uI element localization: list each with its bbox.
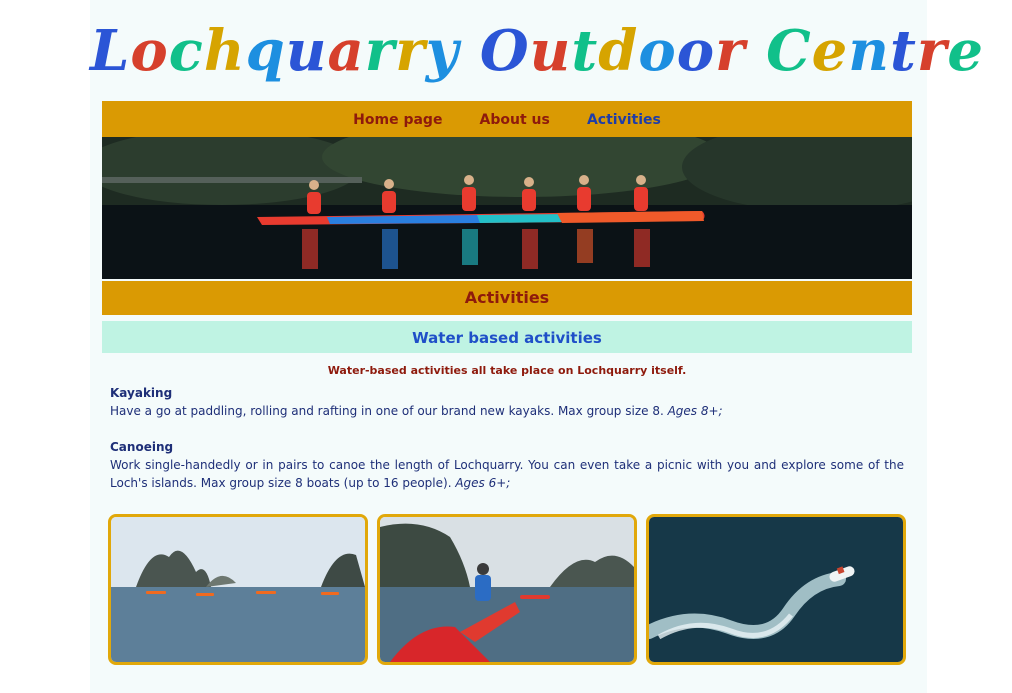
site-title-letter: t <box>571 18 599 84</box>
activity-name: Kayaking <box>110 386 173 400</box>
activity-description: Work single-handedly or in pairs to cano… <box>110 456 904 492</box>
site-title-letter <box>459 8 480 94</box>
site-title-letter: o <box>638 18 677 84</box>
photo-kayaks-islands[interactable] <box>108 514 368 665</box>
site-title-letter: r <box>364 18 396 84</box>
site-title-letter: e <box>947 18 985 84</box>
activity-ages: Ages 8+; <box>667 404 723 418</box>
site-title-letter: t <box>890 18 917 84</box>
site-title-letter: u <box>529 18 572 84</box>
photo-speedboat-aerial[interactable] <box>646 514 906 665</box>
site-title-letter: y <box>425 18 460 84</box>
site-title-letter: O <box>479 18 530 84</box>
site-title-letter: d <box>598 18 639 84</box>
site-title-letter: n <box>848 18 891 84</box>
site-title-letter: c <box>168 18 204 84</box>
water-activities-heading: Water based activities <box>102 321 912 353</box>
site-title-letter: u <box>285 18 328 84</box>
page-container: Lochquarry Outdoor Centre Home page Abou… <box>90 0 983 693</box>
site-title-letter: r <box>395 18 426 84</box>
site-title-letter: a <box>327 18 365 84</box>
activity-description-text: Have a go at paddling, rolling and rafti… <box>110 404 664 418</box>
site-title-letter: L <box>90 18 131 84</box>
site-title-letter: o <box>130 18 169 84</box>
activity-name: Canoeing <box>110 440 174 454</box>
site-title-letter: q <box>245 18 286 84</box>
activity-kayaking: Kayaking Have a go at paddling, rolling … <box>110 384 904 420</box>
activity-ages: Ages 6+; <box>455 476 511 490</box>
photo-red-kayaks[interactable] <box>377 514 637 665</box>
site-title-letter: e <box>811 18 849 84</box>
main-nav: Home page About us Activities <box>102 101 912 137</box>
nav-about-link[interactable]: About us <box>480 101 550 139</box>
hero-image <box>102 137 912 279</box>
site-title-letter: h <box>203 18 246 84</box>
nav-activities-link[interactable]: Activities <box>587 101 661 139</box>
nav-home-link[interactable]: Home page <box>353 101 442 139</box>
site-title-letter: o <box>676 18 716 84</box>
site-title-letter <box>746 8 767 94</box>
activity-canoeing: Canoeing Work single-handedly or in pair… <box>110 438 904 492</box>
site-title: Lochquarry Outdoor Centre <box>90 8 983 94</box>
site-title-letter: r <box>916 18 948 84</box>
activities-heading: Activities <box>102 281 912 315</box>
intro-text: Water-based activities all take place on… <box>327 364 687 377</box>
activity-description: Have a go at paddling, rolling and rafti… <box>110 402 904 420</box>
site-title-letter: C <box>766 18 812 84</box>
site-title-letter: r <box>715 18 746 84</box>
